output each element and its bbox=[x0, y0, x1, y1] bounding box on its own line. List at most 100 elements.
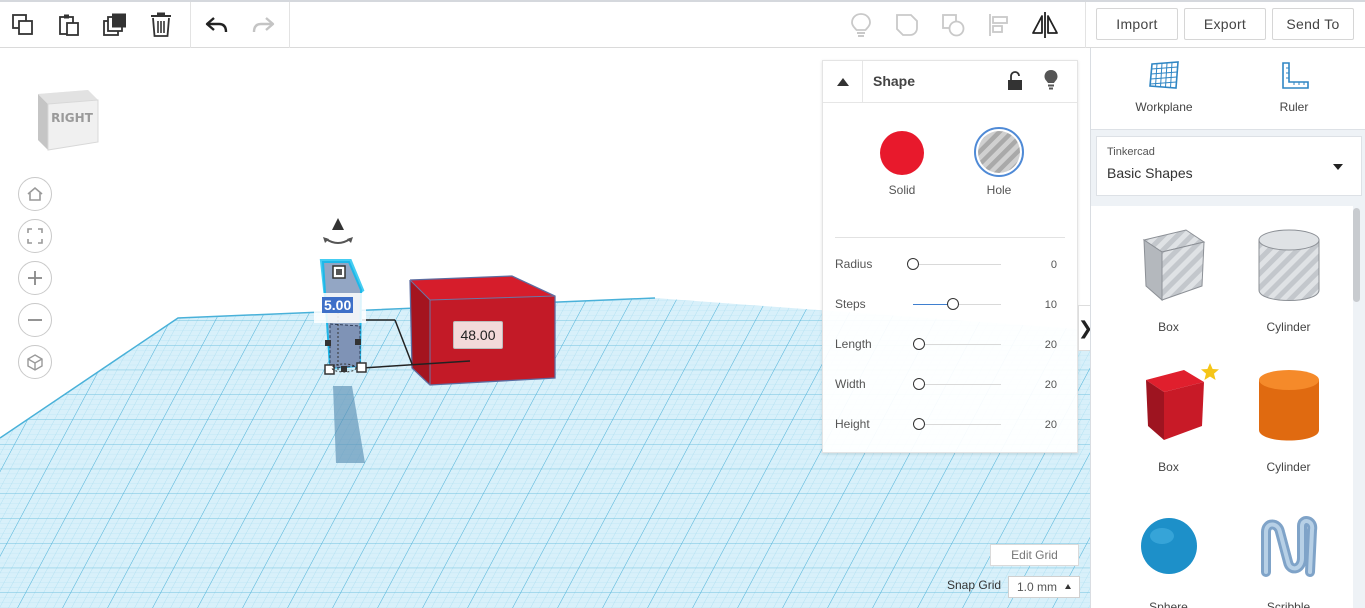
property-slider[interactable] bbox=[913, 418, 1001, 430]
property-row-width: Width 20 bbox=[823, 377, 1079, 417]
slider-knob[interactable] bbox=[913, 338, 925, 350]
sphere-icon bbox=[1141, 518, 1197, 574]
ruler-icon bbox=[1282, 62, 1309, 89]
property-value[interactable]: 10 bbox=[1045, 299, 1057, 311]
property-label: Width bbox=[835, 377, 866, 391]
paste-icon bbox=[59, 14, 79, 36]
distance-dimension-value[interactable]: 48.00 bbox=[453, 321, 503, 349]
inspector-collapse-button[interactable] bbox=[823, 61, 863, 103]
slider-knob[interactable] bbox=[947, 298, 959, 310]
paste-button[interactable] bbox=[46, 2, 92, 48]
shape-library-select[interactable]: Tinkercad Basic Shapes bbox=[1096, 136, 1362, 196]
mirror-icon bbox=[1032, 12, 1058, 38]
delete-button[interactable] bbox=[138, 2, 184, 48]
hole-stripes-icon bbox=[978, 131, 1020, 173]
property-row-length: Length 20 bbox=[823, 337, 1079, 377]
redo-icon bbox=[252, 17, 275, 33]
delete-icon bbox=[151, 12, 171, 37]
property-value[interactable]: 20 bbox=[1045, 419, 1057, 431]
toolbar-divider bbox=[289, 2, 290, 48]
group-icon bbox=[896, 14, 918, 36]
home-icon bbox=[27, 186, 43, 201]
fit-all-icon bbox=[27, 228, 43, 244]
shape-tile-sphere[interactable]: Sphere bbox=[1108, 502, 1229, 608]
export-button[interactable]: Export bbox=[1184, 8, 1266, 40]
light-bulb-icon[interactable] bbox=[1043, 69, 1059, 91]
property-slider[interactable] bbox=[913, 298, 1001, 310]
shape-label: Cylinder bbox=[1266, 460, 1311, 474]
zoom-in-icon bbox=[28, 271, 42, 285]
property-value[interactable]: 0 bbox=[1051, 259, 1057, 271]
height-dimension-box[interactable]: 5.00 bbox=[314, 293, 366, 323]
property-row-height: Height 20 bbox=[823, 417, 1079, 457]
zoom-out-icon bbox=[28, 319, 42, 321]
zoom-in-button[interactable] bbox=[18, 261, 52, 295]
undo-button[interactable] bbox=[194, 2, 240, 48]
ruler-label: Ruler bbox=[1279, 100, 1309, 114]
fit-all-button[interactable] bbox=[18, 219, 52, 253]
shapes-panel: Workplane Ruler Tinkercad Basic Shapes B… bbox=[1090, 48, 1365, 608]
copy-icon bbox=[12, 14, 33, 35]
inspector-title: Shape bbox=[873, 73, 916, 89]
view-cube-label: RIGHT bbox=[51, 111, 94, 125]
zoom-out-button[interactable] bbox=[18, 303, 52, 337]
workplane-button[interactable]: Workplane bbox=[1119, 60, 1209, 114]
height-dimension-value: 5.00 bbox=[322, 297, 354, 313]
hole-button[interactable] bbox=[974, 127, 1024, 177]
unlock-icon[interactable] bbox=[1007, 71, 1023, 91]
hole-label: Hole bbox=[986, 183, 1012, 197]
ungroup-button[interactable] bbox=[930, 2, 976, 48]
library-caption: Tinkercad bbox=[1107, 146, 1155, 158]
property-row-radius: Radius 0 bbox=[823, 257, 1079, 297]
edit-tools bbox=[0, 2, 184, 48]
star-icon bbox=[1201, 363, 1219, 380]
copy-button[interactable] bbox=[0, 2, 46, 48]
home-view-button[interactable] bbox=[18, 177, 52, 211]
send-to-button[interactable]: Send To bbox=[1272, 8, 1354, 40]
ortho-view-button[interactable] bbox=[18, 345, 52, 379]
lift-handle bbox=[323, 218, 353, 244]
history-tools bbox=[194, 2, 286, 48]
property-value[interactable]: 20 bbox=[1045, 339, 1057, 351]
snap-grid-value: 1.0 mm bbox=[1017, 580, 1058, 594]
shape-label: Sphere bbox=[1149, 600, 1188, 608]
ruler-button[interactable]: Ruler bbox=[1249, 60, 1339, 114]
redo-button[interactable] bbox=[240, 2, 286, 48]
property-slider[interactable] bbox=[913, 378, 1001, 390]
shape-grid-scrollbar[interactable] bbox=[1353, 208, 1360, 302]
hole-box-icon bbox=[1142, 229, 1206, 302]
shape-tools bbox=[838, 2, 1068, 48]
solid-button[interactable] bbox=[880, 131, 924, 175]
light-bulb-button[interactable] bbox=[838, 2, 884, 48]
group-button[interactable] bbox=[884, 2, 930, 48]
align-button[interactable] bbox=[976, 2, 1022, 48]
inspector-header: Shape bbox=[823, 61, 1077, 103]
property-slider[interactable] bbox=[907, 258, 1001, 270]
shape-tile-scribble[interactable]: Scribble bbox=[1228, 502, 1349, 608]
undo-icon bbox=[205, 17, 228, 33]
shape-tile-hole-cylinder[interactable]: Cylinder bbox=[1228, 222, 1349, 352]
slider-knob[interactable] bbox=[913, 418, 925, 430]
caret-up-icon bbox=[1065, 584, 1071, 589]
property-value[interactable]: 20 bbox=[1045, 379, 1057, 391]
shape-tile-cylinder[interactable]: Cylinder bbox=[1228, 362, 1349, 492]
shape-tile-hole-box[interactable]: Box bbox=[1108, 222, 1229, 352]
edit-grid-button[interactable]: Edit Grid bbox=[990, 544, 1079, 566]
slider-knob[interactable] bbox=[907, 258, 919, 270]
view-cube[interactable]: RIGHT bbox=[30, 84, 104, 158]
slider-knob[interactable] bbox=[913, 378, 925, 390]
ungroup-icon bbox=[942, 14, 965, 37]
snap-grid-select[interactable]: 1.0 mm bbox=[1008, 576, 1080, 598]
property-label: Radius bbox=[835, 257, 873, 271]
toolbar-divider bbox=[1085, 2, 1086, 48]
duplicate-button[interactable] bbox=[92, 2, 138, 48]
property-slider[interactable] bbox=[913, 338, 1001, 350]
library-value: Basic Shapes bbox=[1107, 165, 1193, 181]
mirror-button[interactable] bbox=[1022, 2, 1068, 48]
workplane-label: Workplane bbox=[1135, 100, 1193, 114]
shape-tile-box[interactable]: Box bbox=[1108, 362, 1229, 492]
inspector-divider bbox=[835, 237, 1065, 238]
duplicate-icon bbox=[103, 13, 126, 36]
scribble-icon bbox=[1261, 516, 1318, 577]
import-button[interactable]: Import bbox=[1096, 8, 1178, 40]
